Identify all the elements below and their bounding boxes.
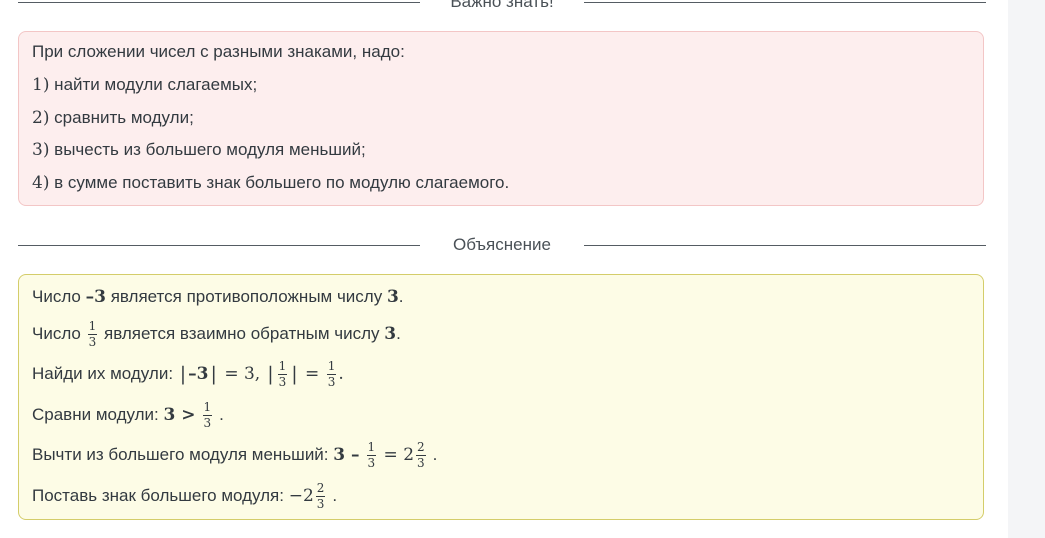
step-number: 2) [32,108,50,128]
math-value: = [299,364,325,384]
divider-line-right [584,2,986,3]
step-text: сравнить модули; [49,108,194,127]
explanation-line-6: Поставь знак большего модуля: −2 2 3 . [32,479,337,513]
fraction-numerator: 1 [367,439,376,454]
fraction-denominator: 3 [327,374,336,389]
fraction-numerator: 1 [203,399,212,414]
step-number: 4) [32,173,50,193]
text: Число [32,324,86,343]
abs-bar: | [210,363,217,385]
important-divider: Важно знать! [18,0,986,12]
important-intro: При сложении чисел с разными знаками, на… [32,42,405,62]
text: Вычти из большего модуля меньший: [32,445,334,464]
math-value: –3 [85,287,106,307]
math-value: 3 [386,287,399,307]
text: является противоположным числу [105,287,387,306]
fraction-denominator: 3 [417,455,425,470]
step-number: 1) [32,75,50,95]
explanation-line-3: Найди их модули: | –3 | = 3, | 1 3 | = 1… [32,357,344,391]
math-value: −2 [288,486,314,506]
fraction-numerator: 1 [88,318,97,333]
text: Число [32,287,86,306]
step-text: вычесть из большего модуля меньший; [49,140,366,159]
important-step-3: 3) вычесть из большего модуля меньший; [32,140,366,160]
fraction: 2 3 [416,439,426,470]
text: Поставь знак большего модуля: [32,486,289,505]
text: . [338,364,344,384]
divider-line-left [18,245,420,246]
important-box: При сложении чисел с разными знаками, на… [18,31,984,206]
math-value: = 3, [218,364,261,384]
fraction-denominator: 3 [278,374,287,389]
text: . [432,445,438,464]
explanation-line-1: Число –3 является противоположным числу … [32,287,404,307]
text: является взаимно обратным числу [99,324,385,343]
explanation-heading: Объяснение [453,235,551,254]
text: Найди их модули: [32,364,178,383]
text: . [219,405,224,424]
step-number: 3) [32,140,50,160]
abs-bar: | [179,363,187,385]
fraction: 1 3 [326,358,337,389]
fraction: 1 3 [87,318,98,349]
text: . [332,486,338,505]
important-heading: Важно знать! [450,0,554,11]
text: . [398,287,404,306]
fraction: 1 3 [366,439,377,470]
important-step-1: 1) найти модули слагаемых; [32,75,257,95]
scroll-gutter [1008,0,1045,538]
fraction-denominator: 3 [367,455,376,470]
fraction-numerator: 2 [417,439,425,454]
text: . [396,324,401,343]
step-text: найти модули слагаемых; [49,75,258,94]
explanation-line-4: Сравни модули: 3 > 1 3 . [32,398,224,432]
important-step-4: 4) в сумме поставить знак большего по мо… [32,173,509,193]
divider-line-left [18,2,420,3]
fraction-denominator: 3 [203,415,212,430]
divider-line-right [584,245,986,246]
explanation-line-5: Вычти из большего модуля меньший: 3 – 1 … [32,438,437,472]
important-intro-text: При сложении чисел с разными знаками, на… [32,42,405,61]
fraction: 2 3 [315,480,326,511]
math-value: –3 [188,364,209,384]
step-text: в сумме поставить знак большего по модул… [49,173,510,192]
fraction: 1 3 [202,399,213,430]
fraction-numerator: 2 [316,480,325,495]
abs-bar: | [291,363,298,385]
explanation-divider: Объяснение [18,235,986,255]
explanation-box: Число –3 является противоположным числу … [18,274,984,520]
math-value: 3 > [163,405,196,425]
fraction: 1 3 [277,358,288,389]
fraction-numerator: 1 [327,358,336,373]
math-value: = 2 [378,445,415,465]
abs-bar: | [267,363,274,385]
math-value: 3 – [333,445,360,465]
text: Сравни модули: [32,405,164,424]
important-step-2: 2) сравнить модули; [32,108,194,128]
fraction-numerator: 1 [278,358,287,373]
math-value: 3 [384,324,397,344]
explanation-line-2: Число 1 3 является взаимно обратным числ… [32,317,401,351]
fraction-denominator: 3 [316,496,325,511]
fraction-denominator: 3 [88,334,97,349]
